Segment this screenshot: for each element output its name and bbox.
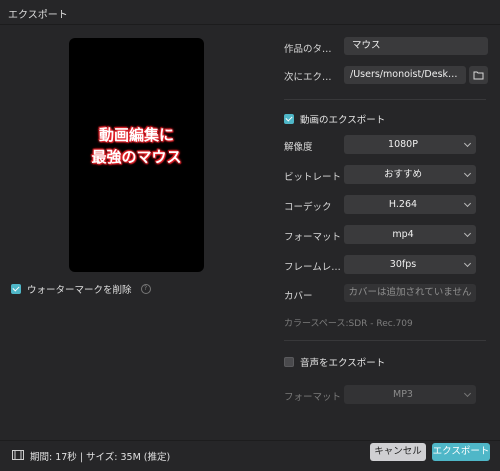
export-info: 期間: 17秒 | サイズ: 35M (推定): [30, 452, 171, 463]
preview-caption-line2: 最強のマウス: [91, 148, 182, 166]
audio-format-select[interactable]: MP3: [344, 385, 476, 404]
title-input[interactable]: マウス: [344, 37, 488, 55]
bitrate-value: おすすめ: [383, 169, 422, 180]
help-icon[interactable]: ?: [140, 284, 151, 294]
cancel-button[interactable]: キャンセル: [370, 443, 426, 461]
bitrate-label: ビットレート: [284, 172, 342, 183]
format-value: mp4: [392, 229, 414, 240]
preview-caption: 動画編集に 最強のマウス: [69, 124, 204, 168]
audio-format-label: フォーマット: [284, 392, 342, 403]
format-label: フォーマット: [284, 232, 342, 243]
remove-watermark-option[interactable]: ウォーターマークを削除 ?: [11, 282, 151, 296]
title-label: 作品のタ…: [284, 44, 332, 55]
export-video-checkbox[interactable]: [284, 114, 294, 124]
film-icon: [12, 450, 24, 460]
framerate-value: 30fps: [389, 259, 417, 270]
folder-icon: [473, 71, 484, 80]
resolution-label: 解像度: [284, 142, 313, 153]
chevron-down-icon: [463, 139, 472, 148]
divider: [284, 340, 486, 341]
framerate-select[interactable]: 30fps: [344, 255, 476, 274]
export-audio-option[interactable]: 音声をエクスポート: [284, 355, 385, 369]
cover-field[interactable]: カバーは追加されていません: [344, 284, 476, 302]
video-preview: 動画編集に 最強のマウス: [69, 38, 204, 272]
colorspace-info: カラースペース:SDR - Rec.709: [284, 319, 413, 329]
export-path-field[interactable]: /Users/monoist/Desk…: [344, 66, 466, 84]
remove-watermark-checkbox[interactable]: [11, 284, 21, 294]
export-to-label: 次にエク…: [284, 72, 332, 83]
chevron-down-icon: [463, 169, 472, 178]
resolution-select[interactable]: 1080P: [344, 135, 476, 154]
framerate-label: フレームレ…: [284, 262, 341, 273]
title-bar: エクスポート: [0, 0, 500, 25]
chevron-down-icon: [463, 259, 472, 268]
browse-folder-button[interactable]: [469, 66, 488, 84]
preview-caption-line1: 動画編集に: [98, 126, 174, 144]
export-button[interactable]: エクスポート: [432, 443, 490, 461]
bitrate-select[interactable]: おすすめ: [344, 165, 476, 184]
resolution-value: 1080P: [388, 139, 418, 150]
divider: [284, 99, 486, 100]
export-audio-checkbox[interactable]: [284, 357, 294, 367]
codec-select[interactable]: H.264: [344, 195, 476, 214]
codec-value: H.264: [388, 199, 418, 210]
window-title: エクスポート: [8, 10, 68, 21]
format-select[interactable]: mp4: [344, 225, 476, 244]
export-audio-label: 音声をエクスポート: [300, 358, 386, 369]
export-video-label: 動画のエクスポート: [300, 115, 386, 126]
codec-label: コーデック: [284, 202, 332, 213]
cover-label: カバー: [284, 291, 313, 302]
remove-watermark-label: ウォーターマークを削除: [27, 285, 132, 296]
chevron-down-icon: [463, 199, 472, 208]
chevron-down-icon: [463, 229, 472, 238]
export-video-option[interactable]: 動画のエクスポート: [284, 112, 385, 126]
audio-format-value: MP3: [393, 389, 413, 400]
chevron-down-icon: [463, 389, 472, 398]
